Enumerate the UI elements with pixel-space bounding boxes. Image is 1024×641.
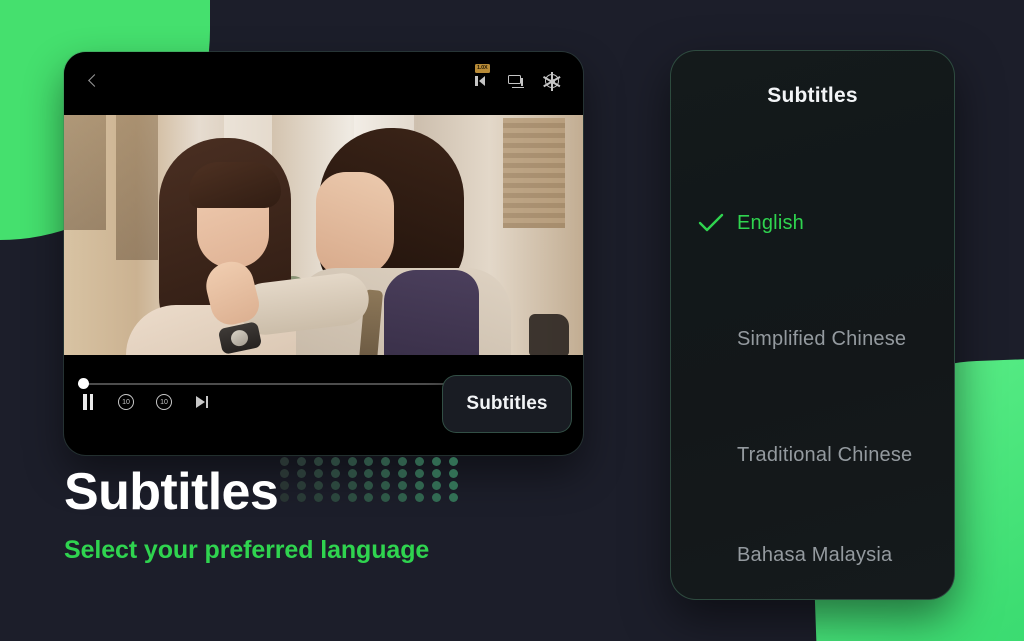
grid-dot [347, 492, 357, 502]
grid-dot [381, 456, 391, 466]
video-frame[interactable] [64, 110, 583, 360]
grid-dot [279, 468, 289, 478]
grid-dot [415, 492, 425, 502]
grid-dot [313, 492, 323, 502]
grid-dot [432, 480, 442, 490]
grid-dot [364, 480, 374, 490]
subtitles-button[interactable]: Subtitles [442, 375, 572, 433]
checkmark-icon [685, 213, 737, 233]
grid-dot [381, 468, 391, 478]
subtitle-option-traditional-chinese[interactable]: Traditional Chinese [671, 425, 954, 485]
playback-speed-icon[interactable]: 1.0X [471, 64, 490, 90]
grid-dot [364, 468, 374, 478]
settings-gear-icon[interactable] [543, 71, 561, 91]
grid-dot [279, 492, 289, 502]
playback-speed-badge: 1.0X [475, 64, 490, 73]
screen-root: 1.0X 10 10 Subtitles Subtitles English S… [0, 0, 1024, 641]
grid-dot [398, 456, 408, 466]
grid-dot [432, 492, 442, 502]
rewind-10-button[interactable]: 10 [116, 392, 136, 412]
grid-dot [279, 480, 289, 490]
subtitle-option-label: Simplified Chinese [737, 327, 907, 350]
grid-dot [398, 492, 408, 502]
video-player-frame: 1.0X 10 10 Subtitles [64, 52, 583, 455]
grid-dot [296, 480, 306, 490]
grid-dot [364, 456, 374, 466]
subtitle-option-label: Bahasa Malaysia [737, 543, 893, 566]
grid-dot [449, 492, 459, 502]
subtitle-option-label: Traditional Chinese [737, 443, 913, 466]
subtitle-option-simplified-chinese[interactable]: Simplified Chinese [671, 309, 954, 369]
subtitle-option-label: English [737, 211, 804, 234]
player-top-bar: 1.0X [64, 52, 583, 110]
forward-10-button[interactable]: 10 [154, 392, 174, 412]
grid-dot [398, 480, 408, 490]
grid-dot [330, 468, 340, 478]
grid-dot [313, 480, 323, 490]
grid-dot [347, 456, 357, 466]
subtitles-panel: Subtitles English Simplified Chinese Tra… [670, 50, 955, 600]
panel-title: Subtitles [767, 84, 858, 107]
grid-dot [296, 492, 306, 502]
grid-dot [398, 468, 408, 478]
pause-button[interactable] [78, 392, 98, 412]
grid-dot [296, 468, 306, 478]
grid-dot [432, 468, 442, 478]
dot-grid-decoration [276, 455, 462, 503]
progress-handle[interactable] [78, 378, 89, 389]
grid-dot [330, 456, 340, 466]
subtitle-option-bahasa-malaysia[interactable]: Bahasa Malaysia [671, 525, 954, 585]
grid-dot [449, 456, 459, 466]
grid-dot [381, 480, 391, 490]
grid-dot [364, 492, 374, 502]
grid-dot [313, 468, 323, 478]
grid-dot [415, 456, 425, 466]
page-title: Subtitles [64, 463, 279, 521]
grid-dot [415, 480, 425, 490]
grid-dot [279, 456, 289, 466]
next-episode-button[interactable] [192, 392, 212, 412]
grid-dot [330, 480, 340, 490]
grid-dot [330, 492, 340, 502]
grid-dot [296, 456, 306, 466]
grid-dot [449, 468, 459, 478]
player-top-icon-group: 1.0X [471, 64, 561, 91]
back-chevron-icon[interactable] [86, 74, 100, 88]
cast-icon[interactable] [507, 72, 525, 90]
grid-dot [347, 468, 357, 478]
grid-dot [449, 480, 459, 490]
grid-dot [432, 456, 442, 466]
page-subtitle: Select your preferred language [64, 536, 430, 564]
grid-dot [347, 480, 357, 490]
grid-dot [313, 456, 323, 466]
grid-dot [415, 468, 425, 478]
grid-dot [381, 492, 391, 502]
subtitle-option-english[interactable]: English [671, 193, 954, 253]
